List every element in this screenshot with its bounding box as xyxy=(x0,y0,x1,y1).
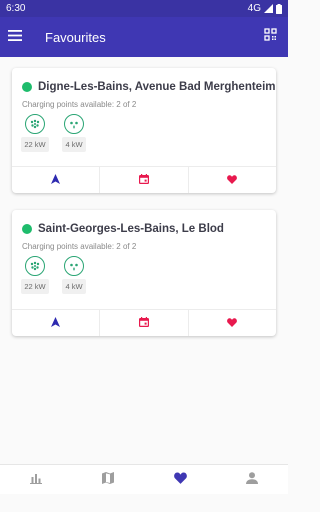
plug-power: 22 kW xyxy=(21,137,49,152)
availability-text: Charging points available: 2 of 2 xyxy=(22,100,137,109)
signal-icon xyxy=(264,4,273,13)
type2-plug-icon xyxy=(25,114,45,134)
favourite-station-card[interactable]: Digne-Les-Bains, Avenue Bad Merghenteim … xyxy=(12,68,276,193)
heart-icon xyxy=(173,471,187,489)
page-title: Favourites xyxy=(45,29,106,45)
system-navigation-bar xyxy=(0,494,288,512)
heart-icon xyxy=(227,171,238,189)
book-button[interactable] xyxy=(99,310,187,336)
plug-list: 22 kW 4 kW xyxy=(12,110,276,152)
bar-chart-icon xyxy=(30,471,42,489)
availability-text: Charging points available: 2 of 2 xyxy=(22,242,137,251)
heart-icon xyxy=(227,314,238,332)
navigate-button[interactable] xyxy=(12,310,99,336)
qr-scan-button[interactable] xyxy=(252,17,288,57)
card-actions xyxy=(12,309,276,336)
calendar-icon xyxy=(138,314,149,332)
card-actions xyxy=(12,166,276,193)
bottom-navigation xyxy=(0,464,288,494)
plug-item: 22 kW xyxy=(21,114,49,152)
app-bar: Favourites xyxy=(0,17,288,57)
plug-power: 4 kW xyxy=(62,137,86,152)
hamburger-menu-icon xyxy=(8,28,22,46)
nav-profile[interactable] xyxy=(216,465,288,494)
type2-plug-icon xyxy=(25,256,45,276)
station-name: Digne-Les-Bains, Avenue Bad Merghenteim xyxy=(38,81,276,93)
status-bar: 6:30 4G xyxy=(0,0,288,17)
network-label: 4G xyxy=(247,3,261,14)
favourite-station-card[interactable]: Saint-Georges-Les-Bains, Le Blod Chargin… xyxy=(12,210,276,336)
nav-favourites[interactable] xyxy=(144,465,216,494)
qr-code-icon xyxy=(263,28,277,46)
navigate-button[interactable] xyxy=(12,167,99,193)
menu-button[interactable] xyxy=(0,17,30,57)
navigation-arrow-icon xyxy=(51,314,61,332)
availability-status-dot xyxy=(22,224,32,234)
person-icon xyxy=(246,471,258,489)
plug-item: 4 kW xyxy=(61,114,87,152)
plug-power: 22 kW xyxy=(21,279,49,294)
favourite-toggle-button[interactable] xyxy=(187,310,276,336)
station-name: Saint-Georges-Les-Bains, Le Blod xyxy=(38,223,224,235)
availability-status-dot xyxy=(22,82,32,92)
plug-list: 22 kW 4 kW xyxy=(12,252,276,294)
domestic-plug-icon xyxy=(64,256,84,276)
plug-item: 4 kW xyxy=(61,256,87,294)
battery-icon xyxy=(276,3,282,14)
domestic-plug-icon xyxy=(64,114,84,134)
favourite-toggle-button[interactable] xyxy=(187,167,276,193)
nav-statistics[interactable] xyxy=(0,465,72,494)
status-time: 6:30 xyxy=(6,3,26,14)
navigation-arrow-icon xyxy=(51,171,61,189)
book-button[interactable] xyxy=(99,167,187,193)
map-icon xyxy=(102,471,114,489)
plug-item: 22 kW xyxy=(21,256,49,294)
calendar-icon xyxy=(138,171,149,189)
plug-power: 4 kW xyxy=(62,279,86,294)
nav-map[interactable] xyxy=(72,465,144,494)
